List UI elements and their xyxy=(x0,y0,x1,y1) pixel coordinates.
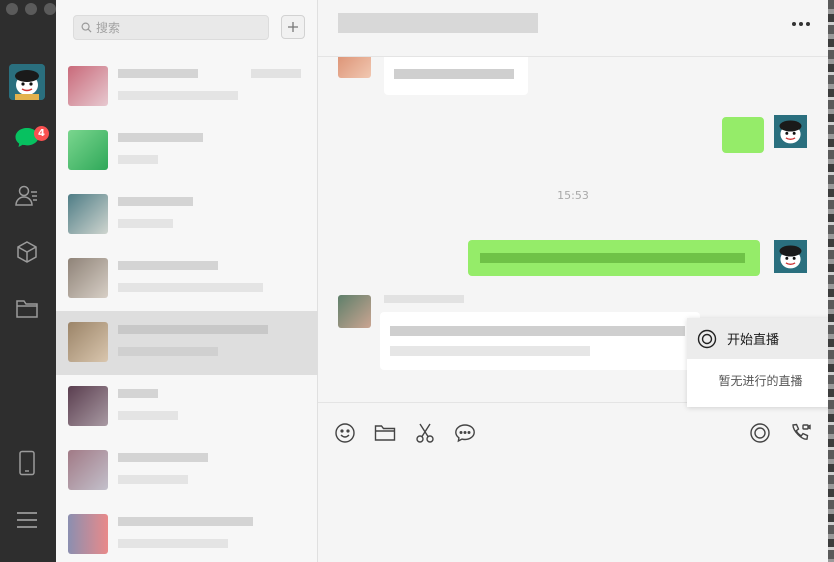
favorites-icon[interactable] xyxy=(12,237,42,267)
self-avatar xyxy=(774,115,807,148)
search-placeholder: 搜索 xyxy=(96,21,121,35)
contact-avatar xyxy=(68,66,108,106)
zoom-window-button[interactable] xyxy=(44,3,56,15)
start-live-label: 开始直播 xyxy=(727,333,780,348)
left-nav: 4 xyxy=(0,0,56,562)
unread-badge: 4 xyxy=(34,126,49,141)
close-window-button[interactable] xyxy=(6,3,18,15)
live-stream-icon[interactable] xyxy=(748,421,772,445)
chat-title xyxy=(338,13,538,33)
message-bubble-self xyxy=(722,117,764,153)
list-item[interactable] xyxy=(56,375,318,439)
avatar[interactable] xyxy=(9,64,45,100)
chat-list: 搜索 xyxy=(56,0,318,562)
list-item-selected[interactable] xyxy=(56,311,318,375)
minimize-window-button[interactable] xyxy=(25,3,37,15)
contact-avatar xyxy=(68,130,108,170)
list-item[interactable] xyxy=(56,247,318,311)
search-input[interactable]: 搜索 xyxy=(73,15,269,40)
live-status-text: 暂无进行的直播 xyxy=(718,374,803,388)
contact-avatar xyxy=(68,450,108,490)
contact-avatar xyxy=(68,386,108,426)
chat-panel: 15:53 xyxy=(318,0,828,562)
phone-icon[interactable] xyxy=(12,448,42,478)
plus-icon xyxy=(288,22,298,32)
conversation-list xyxy=(56,55,318,562)
chat-header xyxy=(318,0,828,57)
wechat-window: 4 搜索 15:53 开始直播 暂无进行的直播 xyxy=(0,0,828,562)
window-controls xyxy=(6,3,56,15)
input-toolbar xyxy=(318,402,828,462)
avatar-image xyxy=(9,64,45,100)
message-bubble xyxy=(384,57,528,95)
more-button[interactable] xyxy=(792,22,810,26)
emoji-icon[interactable] xyxy=(333,421,357,445)
time-divider: 15:53 xyxy=(557,189,589,202)
chat-bubble-icon[interactable] xyxy=(453,421,477,445)
contact-avatar xyxy=(338,57,371,78)
sender-name xyxy=(384,295,464,303)
list-item[interactable] xyxy=(56,119,318,183)
message-bubble xyxy=(380,312,700,370)
add-button[interactable] xyxy=(281,15,305,39)
desktop-background xyxy=(828,0,834,562)
contact-avatar xyxy=(68,322,108,362)
contact-avatar xyxy=(338,295,371,328)
folder-icon[interactable] xyxy=(12,293,42,323)
live-stream-popup: 开始直播 暂无进行的直播 xyxy=(687,318,828,407)
live-stream-icon xyxy=(697,329,717,348)
contact-avatar xyxy=(68,194,108,234)
contact-avatar xyxy=(68,258,108,298)
folder-icon[interactable] xyxy=(373,421,397,445)
call-icon[interactable] xyxy=(788,421,812,445)
list-item[interactable] xyxy=(56,439,318,503)
menu-icon[interactable] xyxy=(12,505,42,535)
self-avatar xyxy=(774,240,807,273)
list-item[interactable] xyxy=(56,503,318,562)
message-bubble-self xyxy=(468,240,760,276)
list-item[interactable] xyxy=(56,183,318,247)
search-icon xyxy=(81,22,92,33)
contacts-icon[interactable] xyxy=(12,181,42,211)
start-live-button[interactable]: 开始直播 xyxy=(687,318,828,359)
list-item[interactable] xyxy=(56,55,318,119)
contact-avatar xyxy=(68,514,108,554)
scissors-icon[interactable] xyxy=(413,421,437,445)
